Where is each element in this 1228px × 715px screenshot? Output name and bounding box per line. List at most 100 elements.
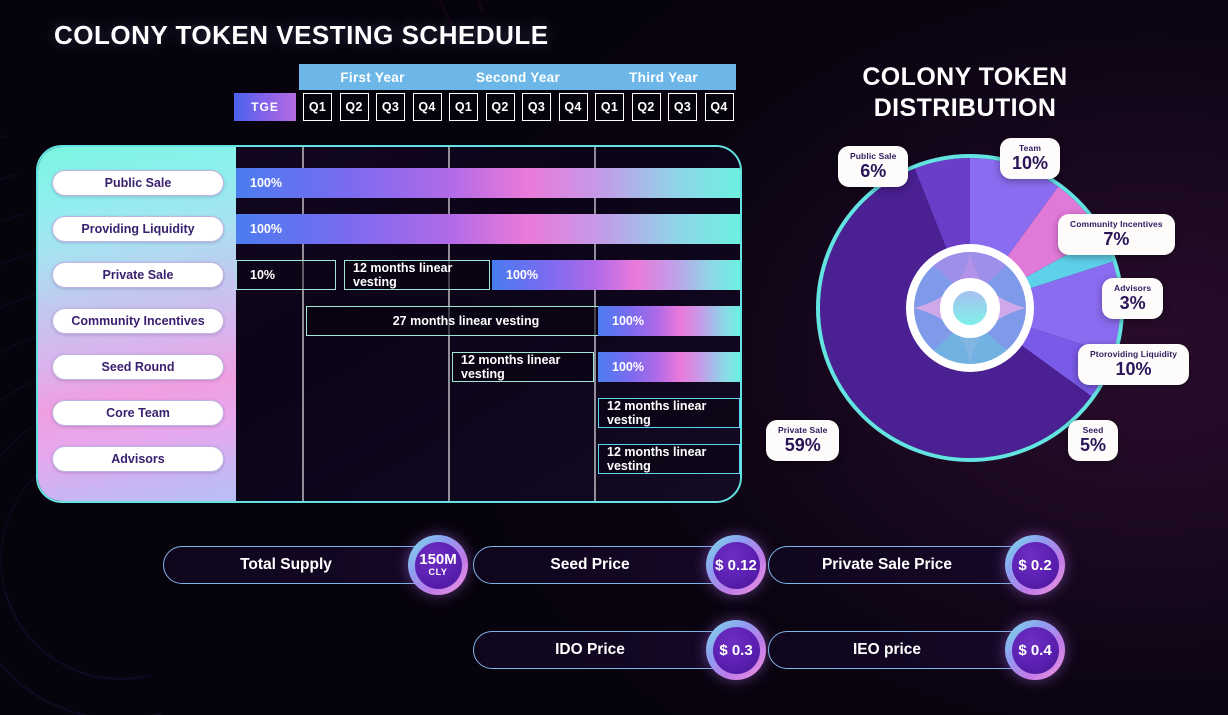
quarter-cell-2-q1: Q1 — [449, 93, 478, 121]
price-card-label-bar: Seed Price — [473, 546, 741, 584]
legend-pill-advisors[interactable]: Advisors — [52, 446, 224, 472]
bar-community-incentives-unlock: 100% — [598, 306, 740, 336]
quarter-label: Q1 — [454, 100, 473, 114]
decorative-arc — [705, 0, 1228, 35]
page-title: COLONY TOKEN VESTING SCHEDULE — [54, 20, 549, 50]
price-card-label-bar: IEO price — [768, 631, 1040, 669]
vesting-schedule-panel: 100% 100% 10% 12 months linear vesting 100% 2… — [36, 145, 742, 503]
legend-pill-label: Public Sale — [104, 176, 172, 190]
bar-advisors-cliff-label: 12 months linear vesting — [607, 445, 707, 473]
year-header-label: First Year — [340, 69, 405, 85]
bar-public-sale-unlock-label: 100% — [250, 176, 282, 190]
pie-label-value: 6% — [860, 161, 887, 181]
price-card-label: Seed Price — [550, 556, 630, 573]
pie-label-value: 10% — [1115, 359, 1152, 379]
bar-core-team-cliff: 12 months linear vesting — [598, 398, 740, 428]
price-card-value-inner: $ 0.2 — [1011, 541, 1059, 589]
price-card-label: Total Supply — [240, 556, 332, 573]
price-card-value-badge: $ 0.4 — [1005, 620, 1065, 680]
price-card-private-sale-price[interactable]: Private Sale Price $ 0.2 — [768, 535, 1065, 595]
legend-pill-label: Community Incentives — [71, 314, 205, 328]
year-header-label: Second Year — [475, 69, 561, 85]
price-card-value-badge: $ 0.12 — [706, 535, 766, 595]
tge-cell: TGE — [234, 93, 296, 121]
quarter-cell-2-q4: Q4 — [558, 93, 588, 121]
bar-seed-round-unlock-label: 100% — [612, 360, 644, 374]
price-card-value: $ 0.4 — [1018, 641, 1052, 659]
price-card-seed-price[interactable]: Seed Price $ 0.12 — [473, 535, 766, 595]
legend-pill-seed-round[interactable]: Seed Round — [52, 354, 224, 380]
bar-community-incentives-unlock-label: 100% — [612, 314, 644, 328]
quarter-label: Q3 — [673, 100, 692, 114]
bar-seed-round-unlock: 100% — [598, 352, 740, 382]
price-card-value: $ 0.2 — [1018, 556, 1052, 574]
quarter-label: Q3 — [381, 100, 400, 114]
price-card-value: $ 0.12 — [715, 556, 757, 574]
price-card-unit: CLY — [428, 566, 448, 577]
quarter-cell-1-q3: Q3 — [376, 93, 405, 121]
legend-pill-core-team[interactable]: Core Team — [52, 400, 224, 426]
legend-pill-public-sale[interactable]: Public Sale — [52, 170, 224, 196]
legend-pill-label: Core Team — [106, 406, 170, 420]
distribution-title-line2: DISTRIBUTION — [873, 94, 1057, 123]
quarter-label: Q1 — [600, 100, 619, 114]
bar-community-incentives-cliff: 27 months linear vesting — [306, 306, 626, 336]
quarter-cell-3-q1: Q1 — [595, 93, 624, 121]
pie-center-dot-grad — [953, 291, 987, 325]
bar-seed-round-cliff: 12 months linear vesting — [452, 352, 594, 382]
price-card-label-bar: IDO Price — [473, 631, 741, 669]
pie-label-public-sale: Public Sale 6% — [838, 146, 909, 187]
pie-label-name: Team — [1019, 143, 1041, 153]
bar-private-sale-tge-label: 10% — [250, 268, 276, 282]
price-card-label: Private Sale Price — [821, 556, 953, 573]
price-card-value: 150M — [419, 550, 457, 568]
quarter-label: Q1 — [308, 100, 327, 114]
year-header-second: Second Year — [445, 64, 591, 90]
price-card-total-supply[interactable]: Total Supply 150M CLY — [163, 535, 468, 595]
pie-label-community-incentives: Community Incentives 7% — [1058, 214, 1175, 255]
quarter-label: Q3 — [527, 100, 546, 114]
pie-label-value: 10% — [1012, 153, 1049, 173]
price-card-label: IDO Price — [555, 641, 625, 658]
pie-label-value: 3% — [1119, 293, 1146, 313]
legend-pill-label: Seed Round — [101, 360, 175, 374]
bar-core-team-cliff-label: 12 months linear vesting — [607, 399, 707, 427]
price-card-ieo-price[interactable]: IEO price $ 0.4 — [768, 620, 1065, 680]
quarter-cell-3-q3: Q3 — [668, 93, 697, 121]
grid-line-year1 — [302, 147, 304, 501]
price-card-value-badge: 150M CLY — [408, 535, 468, 595]
price-card-ido-price[interactable]: IDO Price $ 0.3 — [473, 620, 766, 680]
legend-pill-label: Providing Liquidity — [81, 222, 195, 236]
quarter-label: Q4 — [564, 100, 582, 114]
quarter-cell-3-q2: Q2 — [631, 93, 661, 121]
price-card-value: $ 0.3 — [719, 641, 753, 659]
legend-pill-private-sale[interactable]: Private Sale — [52, 262, 224, 288]
bar-private-sale-unlock-label: 100% — [506, 268, 538, 282]
legend-pill-community-incentives[interactable]: Community Incentives — [52, 308, 224, 334]
price-card-value-inner: $ 0.12 — [712, 541, 760, 589]
quarter-cell-1-q2: Q2 — [339, 93, 369, 121]
bar-seed-round-cliff-label: 12 months linear vesting — [461, 353, 561, 381]
price-card-value-inner: 150M CLY — [414, 541, 462, 589]
quarter-cell-1-q4: Q4 — [412, 93, 442, 121]
quarter-cell-1-q1: Q1 — [303, 93, 332, 121]
bar-public-sale-unlock: 100% — [236, 168, 740, 198]
quarter-cell-2-q2: Q2 — [485, 93, 515, 121]
legend-pill-providing-liquidity[interactable]: Providing Liquidity — [52, 216, 224, 242]
bar-community-incentives-cliff-label: 27 months linear vesting — [392, 314, 540, 328]
quarter-cell-3-q4: Q4 — [704, 93, 734, 121]
bar-private-sale-unlock: 100% — [492, 260, 740, 290]
tge-label: TGE — [251, 100, 279, 114]
legend-pill-label: Private Sale — [102, 268, 174, 282]
year-header-label: Third Year — [629, 69, 698, 85]
price-card-value-badge: $ 0.3 — [706, 620, 766, 680]
pie-label-team: Team 10% — [1000, 138, 1061, 179]
quarter-cell-2-q3: Q3 — [522, 93, 551, 121]
bar-private-sale-cliff: 12 months linear vesting — [344, 260, 490, 290]
pie-label-name: Seed — [1082, 425, 1104, 435]
pie-label-name: Ptoroviding Liquidity — [1090, 349, 1178, 359]
legend-pill-label: Advisors — [111, 452, 165, 466]
quarter-label: Q4 — [418, 100, 436, 114]
pie-label-name: Private Sale — [778, 425, 828, 435]
price-card-label-bar: Total Supply — [163, 546, 443, 584]
